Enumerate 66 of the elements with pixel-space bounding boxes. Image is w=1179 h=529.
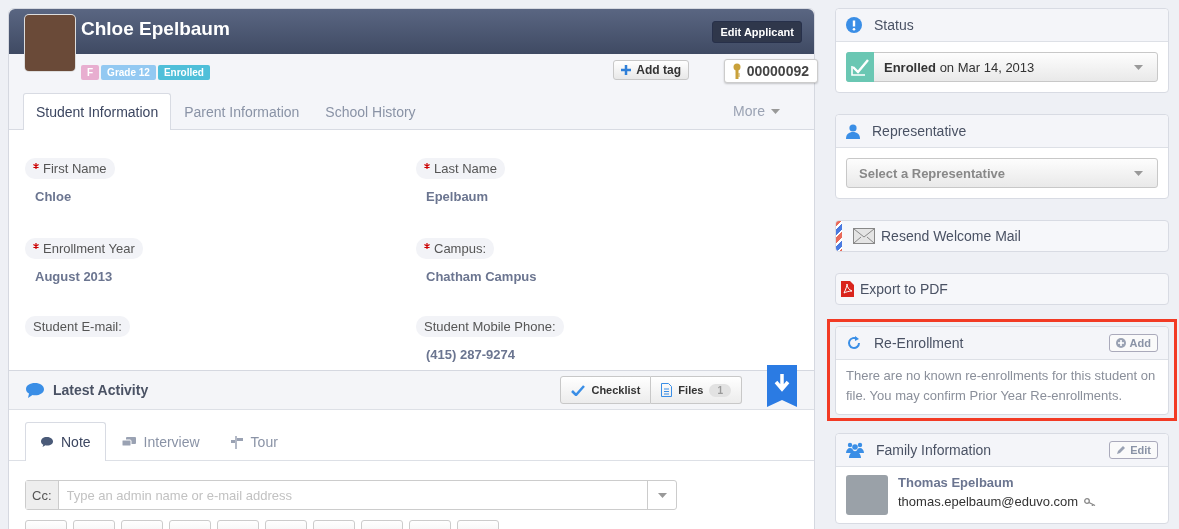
cc-field[interactable]: Cc: Type an admin name or e-mail address [25,480,677,510]
checkbox-tick-icon [850,58,870,76]
envelope-icon [853,228,875,244]
member-name[interactable]: Thomas Epelbaum [898,475,1097,490]
speech-bubble-icon [25,381,45,399]
status-title: Status [874,17,915,33]
add-tag-button[interactable]: Add tag [613,60,689,80]
document-icon [661,383,673,397]
checklist-button[interactable]: Checklist [560,376,652,404]
action-button[interactable]: Export to PDF [835,273,1169,305]
airmail-stripe [836,221,842,251]
re-enrollment-title: Re-Enrollment [874,335,965,351]
field-label-text: Enrollment Year [43,240,135,256]
field-value: (415) 287-9274 [425,345,516,362]
edit-applicant-button[interactable]: Edit Applicant [712,20,802,43]
pdf-file-icon [841,281,854,297]
required-icon [33,163,39,169]
person-icon [846,123,860,139]
signpost-icon [229,435,244,449]
field-value: Chloe [34,187,73,204]
id-number: 00000092 [746,63,809,79]
caret-icon [771,108,780,114]
required-icon [424,243,430,250]
applicant-name: Chloe Epelbaum [81,17,231,40]
pencil-icon [1116,445,1127,455]
member-email: thomas.epelbaum@eduvo.com [898,494,1079,509]
caret-icon [1134,170,1143,176]
activity-title: Latest Activity [53,382,150,398]
plus-circle-icon [1115,338,1126,348]
tag: Grade 12 [101,64,156,80]
caret-icon [1134,64,1143,70]
speech-bubble-icon [40,436,54,448]
representative-title: Representative [872,123,968,139]
field-value: Epelbaum [425,187,490,204]
tag: Enrolled [157,64,210,80]
field-label-text: Student Mobile Phone: [424,318,556,334]
field-label-text: First Name [43,160,107,176]
plus-icon [621,65,632,75]
checkmark-icon [571,384,586,396]
required-icon [424,163,430,169]
files-button[interactable]: Files 1 [651,376,742,404]
files-count: 1 [709,383,731,397]
field-label-text: Student E-mail: [33,318,122,334]
cc-label: Cc: [26,481,59,509]
caret-icon [657,492,667,498]
key-icon [1084,497,1097,506]
key-icon [732,63,741,79]
people-icon [846,442,864,458]
field-label-text: Campus: [434,240,487,256]
action-button[interactable]: Resend Welcome Mail [835,220,1169,252]
exclamation-circle-icon [846,17,862,33]
photo-placeholder [846,475,888,515]
field-value: August 2013 [34,267,114,284]
tab[interactable]: Student Information [23,93,172,130]
refresh-icon [846,335,862,351]
field-value: Chatham Campus [425,267,538,284]
field-label-text: Last Name [434,160,497,176]
photo-placeholder [25,15,75,71]
status-select[interactable]: Enrolled on Mar 14, 2013 [846,52,1158,82]
required-icon [33,243,39,250]
download-ribbon-icon[interactable] [767,365,797,407]
chat-bubbles-icon [120,435,137,449]
tag: F [81,64,100,80]
family-title: Family Information [876,442,993,458]
activity-tab[interactable]: Note [25,422,106,461]
re-enrollment-message: There are no known re-enrollments for this student on file. You may confirm Prior Year Re-enrollments. [845,367,1157,405]
